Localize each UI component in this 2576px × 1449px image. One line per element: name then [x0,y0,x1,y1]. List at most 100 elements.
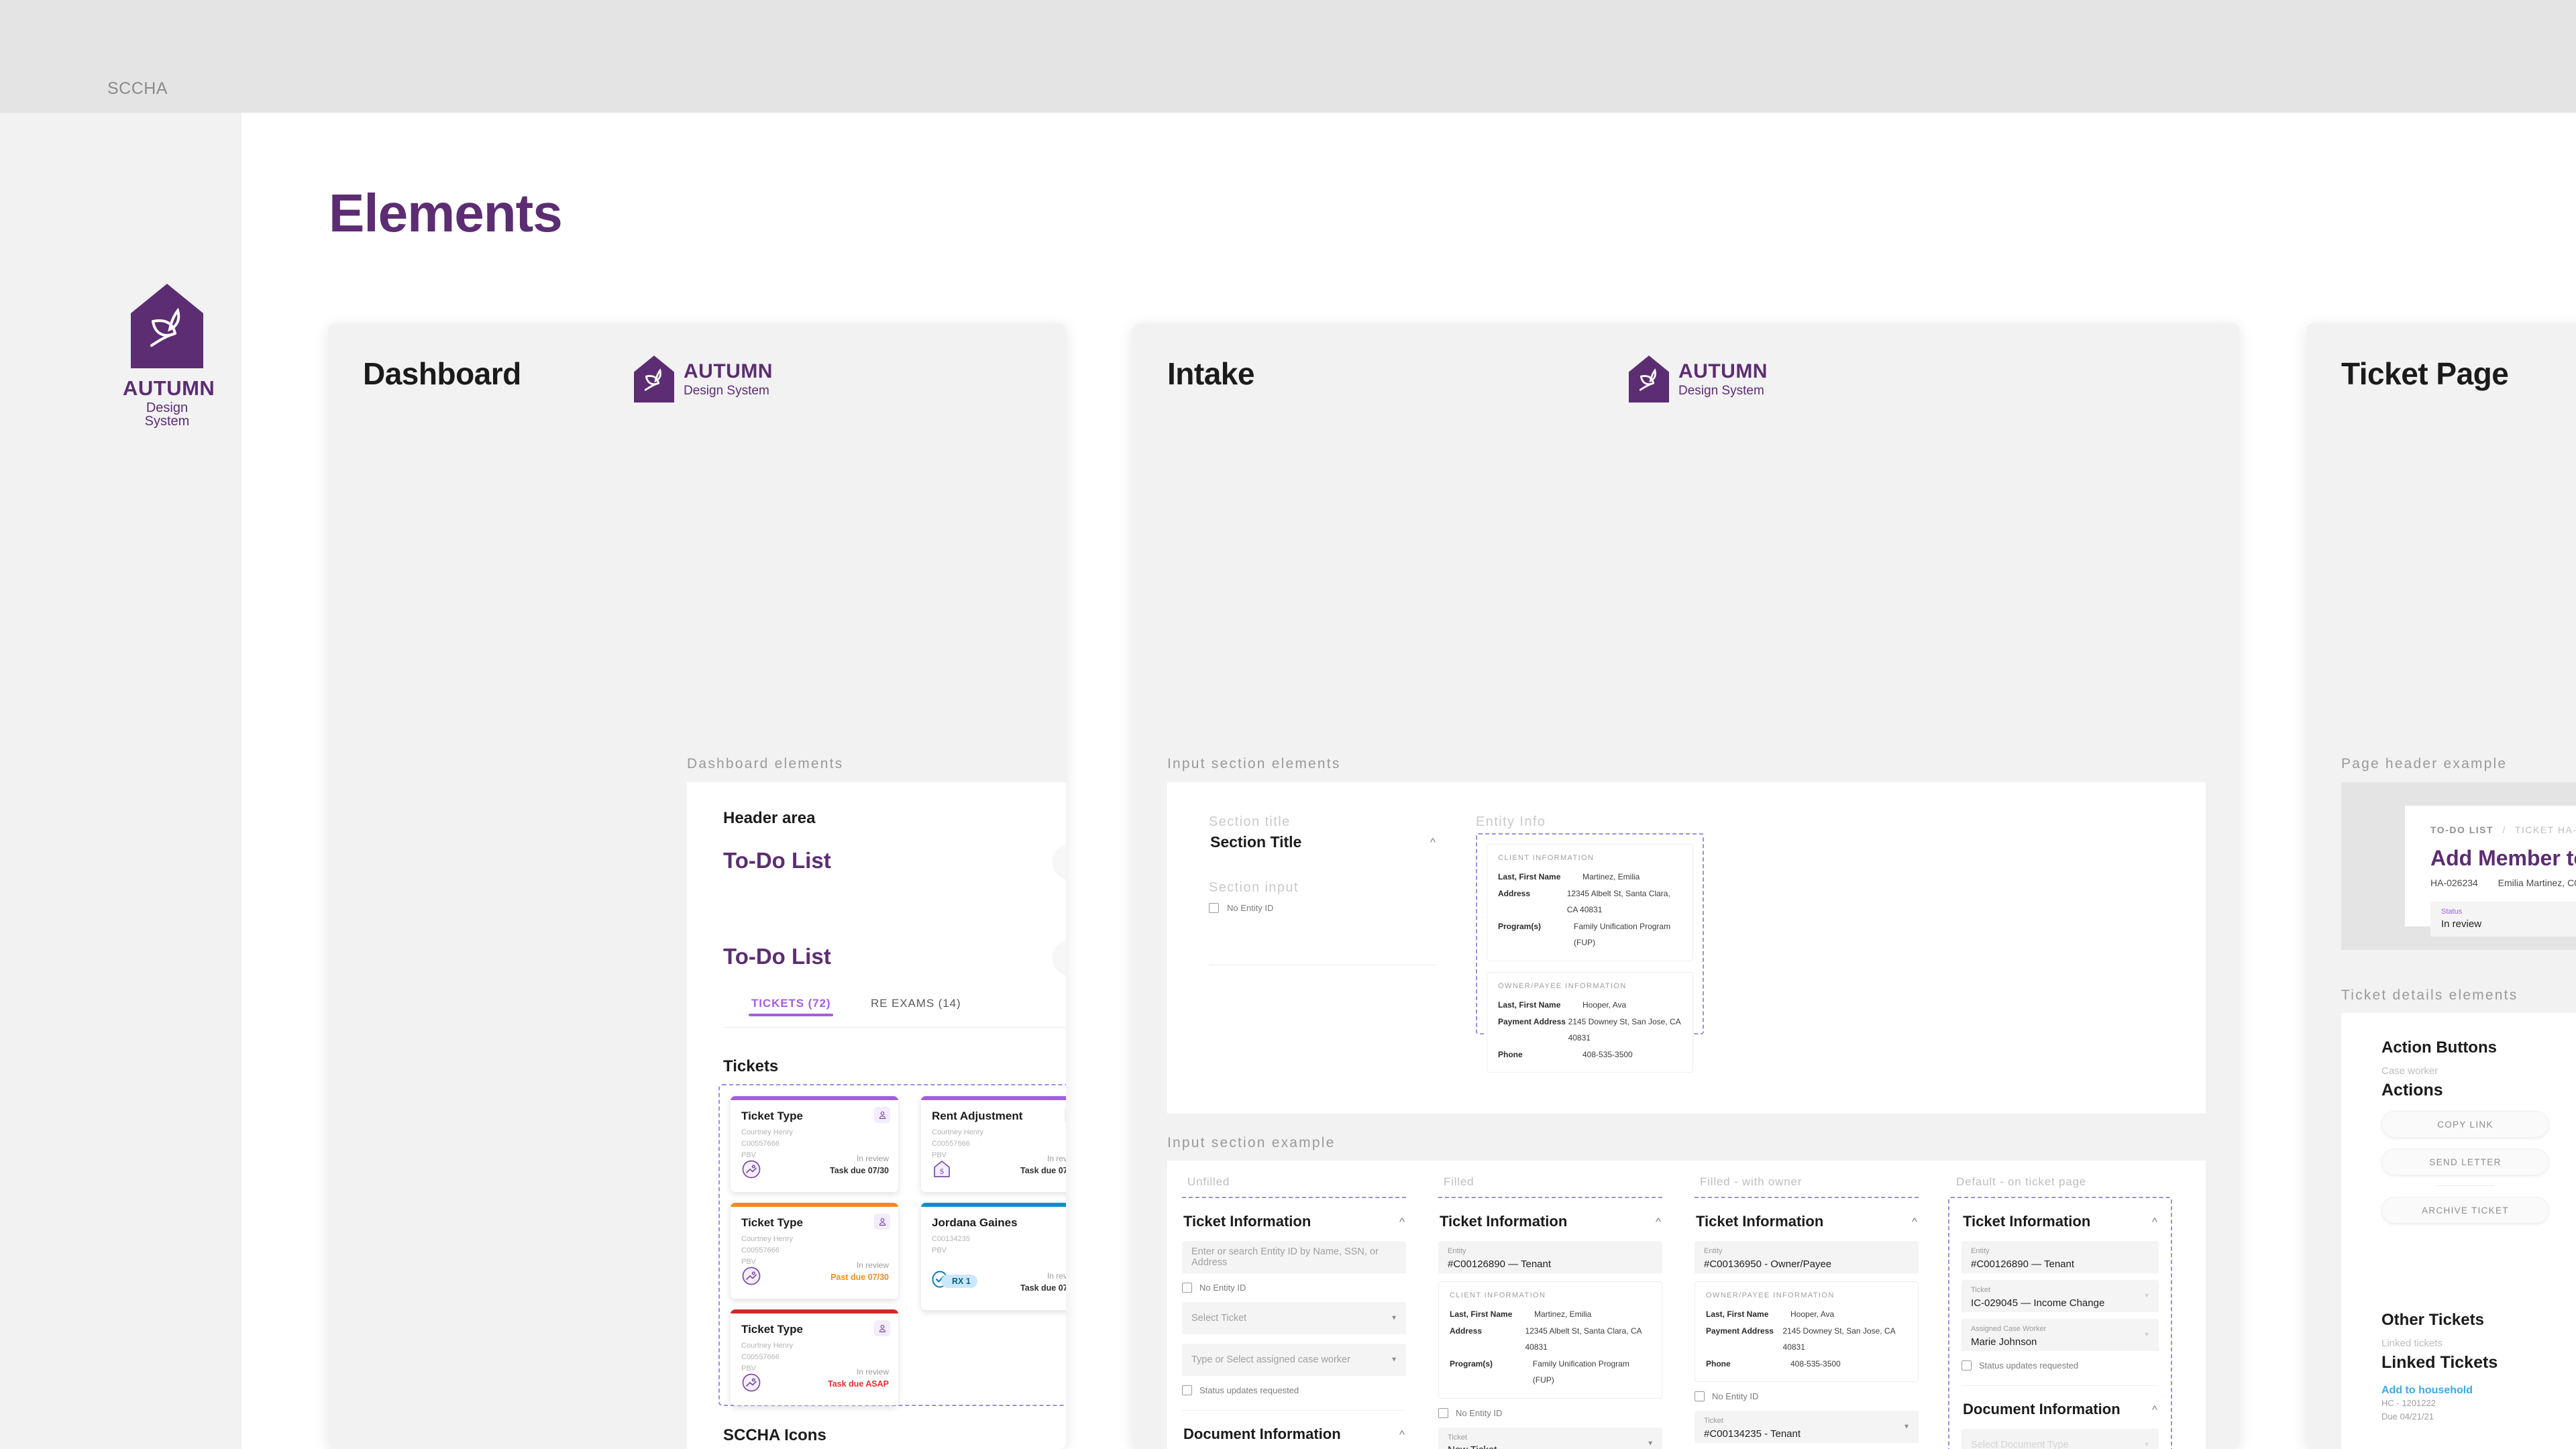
client-information-card: CLIENT INFORMATION Last, First Name Marti… [1487,844,1693,961]
col-label-unfilled: Unfilled [1187,1175,1230,1188]
chevron-down-icon: ▼ [2143,1292,2150,1300]
copy-link-button[interactable]: COPY LINK [2381,1111,2549,1138]
checkbox[interactable] [1962,1360,1972,1371]
ticket-dropdown[interactable]: Ticket IC-029045 — Income Change ▼ [1962,1280,2159,1312]
send-letter-button[interactable]: SEND LETTER [2381,1148,2549,1175]
section-title-accordion[interactable]: Section Title ^ [1209,833,1437,851]
dashboard-panel-title: Dashboard [363,356,521,391]
field-key: Payment Address [1498,1016,1566,1026]
field-value: 12345 Albelt St, Santa Clara, CA 40831 [1566,888,1670,915]
intake-panel-header: Intake AUTUMN Design System [1132,323,2239,451]
ticket-card-title: Rent Adjustment [932,1110,1023,1122]
ticket-card-meta: Courtney Henry C00557666 PBV [932,1128,984,1160]
chevron-up-icon[interactable]: ^ [1656,1216,1661,1228]
ticket-card-status: In review [856,1367,889,1377]
status-updates-checkbox-row[interactable]: Status updates requested [1962,1360,2159,1371]
ticket-card-grid: Ticket Type Courtney Henry C00557666 PBV… [718,1084,1066,1406]
no-entity-id-checkbox-row[interactable]: No Entity ID [1695,1391,1919,1402]
ticket-card-meta: Courtney Henry C00557666 PBV [741,1342,794,1373]
autumn-house-leaf-icon [634,356,674,402]
tab-tickets[interactable]: TICKETS (72) [748,997,834,1016]
dashboard-brand-logo: AUTUMN Design System [634,356,773,402]
checkbox[interactable] [1209,903,1219,913]
breadcrumb: TO-DO LIST / TICKET HA-026234 [2430,824,2576,835]
search-input[interactable]: Search by name ticket or entity ID [1053,844,1066,877]
chevron-up-icon[interactable]: ^ [1912,1216,1917,1228]
intake-panel-title: Intake [1167,356,1254,391]
form-column-default-ticket-page: Ticket Information ^ Entity #C00126890 —… [1948,1197,2172,1449]
divider [1962,1385,2159,1386]
field-value: 408-535-3500 [1790,1358,1841,1368]
linked-ticket-link[interactable]: Add to household [2381,1385,2549,1397]
ticket-card[interactable]: Ticket Type Courtney Henry C00557666 PBV… [731,1203,898,1299]
status-updates-checkbox-row[interactable]: Status updates requested [1182,1385,1406,1395]
col-label-with-owner: Filled - with owner [1700,1175,1803,1188]
ticket-card[interactable]: Ticket Type Courtney Henry C00557666 PBV… [731,1309,898,1405]
ticket-details-caption: Ticket details elements [2341,987,2518,1003]
actions-heading: Actions [2381,1081,2443,1099]
ticket-label: Ticket [1971,1286,1990,1294]
ticket-card-status: In review [1046,1271,1066,1281]
linked-tickets-column: Linked tickets Linked Tickets Add to hou… [2381,1338,2549,1423]
ticket-panel-header: Ticket Page [2306,323,2576,451]
chevron-down-icon: ▼ [2143,1331,2150,1339]
chevron-up-icon[interactable]: ^ [1399,1429,1405,1440]
entity-field[interactable]: Entity #C00136950 - Owner/Payee [1695,1241,1919,1273]
accordion-title: Document Information [1183,1426,1341,1442]
status-value: In review [2441,918,2482,930]
entity-search-input[interactable]: Enter or search Entity ID by Name, SSN, … [1182,1241,1406,1273]
no-entity-id-checkbox-row[interactable]: No Entity ID [1438,1407,1662,1418]
ticket-information-accordion[interactable]: Ticket Information ^ [1695,1213,1919,1230]
ticket-dropdown[interactable]: Ticket #C00134235 - Tenant ▼ [1695,1411,1919,1444]
breadcrumb: SCCHA [107,79,168,98]
input-section-elements-card: Section title Section Title ^ Section in… [1167,782,2206,1114]
entity-info-group: CLIENT INFORMATION Last, First Name Marti… [1476,833,1704,1073]
checkbox[interactable] [1438,1407,1448,1418]
field-key: Phone [1706,1358,1731,1368]
ticket-information-accordion[interactable]: Ticket Information ^ [1438,1213,1662,1230]
select-ticket-dropdown[interactable]: Select Ticket ▼ [1182,1302,1406,1334]
ticket-card-meta: C00134235 PBV [932,1235,970,1255]
checkbox[interactable] [1182,1283,1192,1293]
person-icon [874,1214,890,1230]
search-input[interactable]: Search by name ticket or entity ID [1053,940,1066,973]
chevron-up-icon[interactable]: ^ [1399,1216,1405,1228]
entity-field[interactable]: Entity #C00126890 — Tenant [1962,1241,2159,1273]
document-information-accordion[interactable]: Document Information ^ [1962,1401,2159,1418]
section-title-label: Section title [1209,814,1291,829]
chevron-up-icon[interactable]: ^ [2152,1216,2157,1228]
house-dollar-icon: $ [930,1158,953,1181]
chevron-down-icon: ▼ [1647,1440,1654,1448]
no-entity-id-checkbox-row[interactable]: No Entity ID [1182,1283,1406,1293]
entity-field[interactable]: Entity #C00126890 — Tenant [1438,1241,1662,1273]
no-entity-id-checkbox-row[interactable]: No Entity ID [1209,903,1273,913]
case-worker-dropdown[interactable]: Assigned Case Worker Marie Johnson ▼ [1962,1319,2159,1351]
checkbox[interactable] [1182,1385,1192,1395]
field-key: Program(s) [1498,921,1542,931]
page-header-example-frame: TO-DO LIST / TICKET HA-026234 Add Member… [2341,782,2576,950]
ticket-card-status: In review [856,1154,889,1163]
ticket-card[interactable]: Jordana Gaines C00134235 PBV RX 1 In rev… [921,1203,1066,1310]
ticket-card[interactable]: Ticket Type Courtney Henry C00557666 PBV… [731,1096,898,1192]
checkbox[interactable] [1695,1391,1705,1402]
document-type-dropdown[interactable]: Select Document Type ▼ [1962,1429,2159,1449]
field-key: Address [1450,1326,1483,1336]
entity-label: Entity [1448,1247,1466,1255]
chevron-up-icon[interactable]: ^ [1430,837,1436,848]
tickets-label: Tickets [723,1057,779,1075]
ticket-dropdown[interactable]: Ticket New Ticket ▼ [1438,1427,1662,1449]
person-icon [874,1320,890,1336]
ticket-card[interactable]: Rent Adjustment Courtney Henry C00557666… [921,1096,1066,1192]
tab-re-exams[interactable]: RE EXAMS (14) [871,997,961,1010]
case-worker-placeholder: Type or Select assigned case worker [1191,1354,1350,1365]
select-ticket-placeholder: Select Ticket [1191,1313,1247,1324]
document-information-accordion[interactable]: Document Information ^ [1182,1426,1406,1443]
breadcrumb-root[interactable]: TO-DO LIST [2430,824,2493,835]
chevron-up-icon[interactable]: ^ [2152,1404,2157,1415]
archive-ticket-button[interactable]: ARCHIVE TICKET [2381,1197,2549,1224]
status-dropdown[interactable]: Status In review ▼ [2430,902,2576,936]
ticket-information-accordion[interactable]: Ticket Information ^ [1182,1213,1406,1230]
ticket-information-accordion[interactable]: Ticket Information ^ [1962,1213,2159,1230]
field-value: Martinez, Emilia [1582,872,1640,881]
case-worker-dropdown[interactable]: Type or Select assigned case worker ▼ [1182,1344,1406,1376]
